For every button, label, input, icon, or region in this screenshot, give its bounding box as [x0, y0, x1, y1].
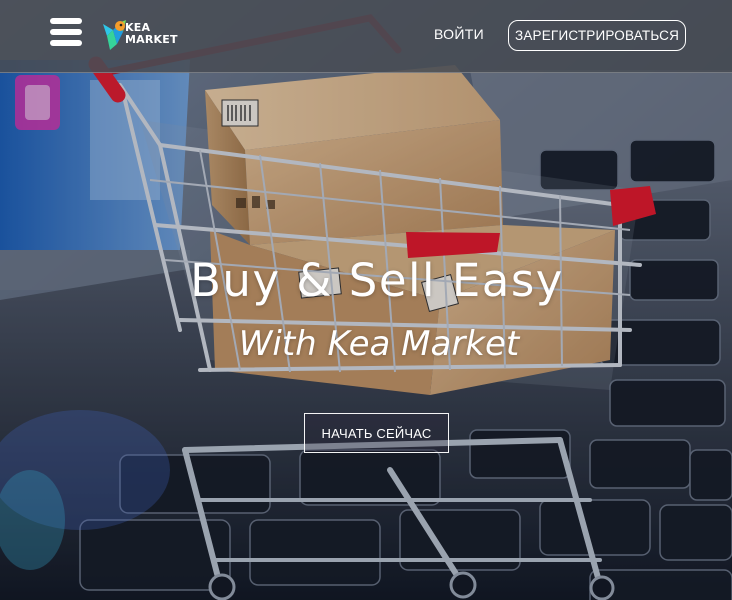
top-navbar: KEA MARKET ВОЙТИ ЗАРЕГИСТРИРОВАТЬСЯ — [0, 0, 732, 73]
logo-text-market: MARKET — [125, 33, 178, 46]
hamburger-menu-icon[interactable] — [50, 18, 82, 48]
login-link[interactable]: ВОЙТИ — [434, 26, 484, 42]
register-button[interactable]: ЗАРЕГИСТРИРОВАТЬСЯ — [508, 20, 686, 51]
hero-subtitle: With Kea Market — [238, 324, 520, 364]
kea-bird-logo-icon — [103, 20, 126, 50]
start-now-button[interactable]: НАЧАТЬ СЕЙЧАС — [304, 413, 449, 453]
hero-title: Buy & Sell Easy — [190, 254, 564, 307]
kea-market-logo[interactable]: KEA MARKET — [101, 16, 181, 56]
